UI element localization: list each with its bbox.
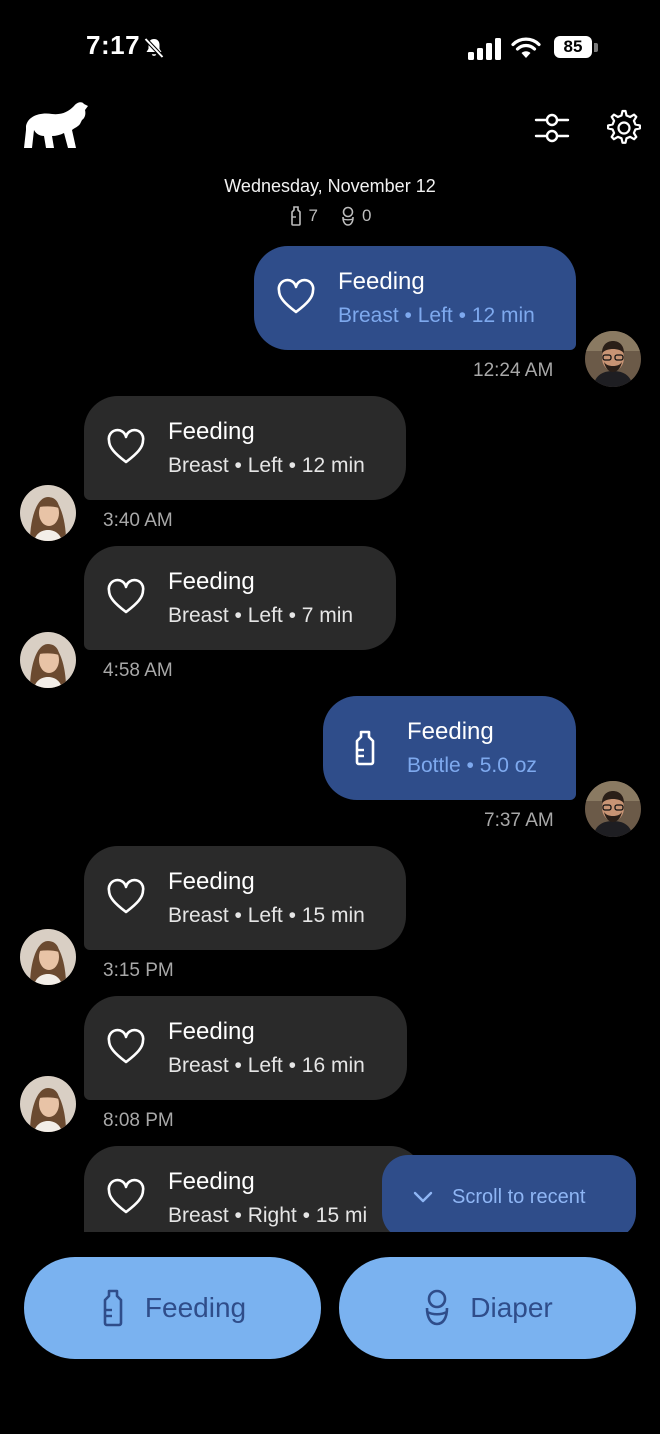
avatar-me[interactable] — [585, 781, 641, 837]
entry-time: 7:37 AM — [484, 810, 554, 831]
entry-title: Feeding — [168, 418, 255, 445]
entry-detail: Breast • Left • 16 min — [168, 1054, 365, 1077]
entry-title: Feeding — [168, 868, 255, 895]
date-header: Wednesday, November 12 — [224, 176, 436, 196]
bell-muted-icon — [144, 37, 164, 59]
entry-time: 3:15 PM — [103, 960, 174, 981]
entry-title: Feeding — [407, 718, 494, 745]
entry-detail: Breast • Left • 15 min — [168, 904, 365, 927]
avatar-partner[interactable] — [20, 1076, 76, 1132]
feeding-entry[interactable]: Feeding Breast • Left • 7 min — [84, 546, 396, 650]
entry-detail: Breast • Right • 15 mi — [168, 1204, 368, 1227]
heart-icon — [107, 1178, 145, 1214]
entry-title: Feeding — [338, 268, 425, 295]
battery-level: 85 — [554, 36, 592, 58]
chevron-down-icon — [413, 1191, 433, 1203]
signal-icon — [468, 38, 501, 60]
heart-icon — [107, 878, 145, 914]
log-diaper-label: Diaper — [470, 1292, 553, 1323]
daily-counts: 7 0 — [0, 206, 660, 226]
heart-icon — [277, 278, 315, 314]
log-feeding-button[interactable]: Feeding — [24, 1257, 321, 1359]
heart-icon — [107, 428, 145, 464]
heart-icon — [107, 578, 145, 614]
entry-detail: Breast • Left • 12 min — [338, 304, 535, 327]
gear-icon[interactable] — [604, 108, 644, 148]
avatar-partner[interactable] — [20, 632, 76, 688]
feeding-entry[interactable]: Feeding Breast • Left • 16 min — [84, 996, 407, 1100]
feeding-entry[interactable]: Feeding Breast • Left • 15 min — [84, 846, 406, 950]
scroll-to-recent-label: Scroll to recent — [452, 1185, 586, 1208]
avatar-partner[interactable] — [20, 485, 76, 541]
bottle-small-icon — [290, 206, 301, 226]
scroll-to-recent-button[interactable]: Scroll to recent — [382, 1155, 636, 1239]
bottle-icon — [355, 730, 375, 766]
diaper-baby-icon — [425, 1289, 449, 1326]
bottle-icon — [103, 1289, 123, 1327]
diaper-small-icon — [342, 206, 354, 226]
feeding-count: 7 — [308, 206, 318, 225]
feeding-entry[interactable]: Feeding Bottle • 5.0 oz — [323, 696, 576, 800]
entry-detail: Bottle • 5.0 oz — [407, 754, 537, 777]
entry-time: 4:58 AM — [103, 660, 173, 681]
entry-title: Feeding — [168, 1018, 255, 1045]
entry-title: Feeding — [168, 568, 255, 595]
heart-icon — [107, 1028, 145, 1064]
log-diaper-button[interactable]: Diaper — [339, 1257, 636, 1359]
entry-title: Feeding — [168, 1168, 255, 1195]
feeding-entry[interactable]: Feeding Breast • Left • 12 min — [84, 396, 406, 500]
filter-sliders-icon[interactable] — [530, 108, 574, 148]
battery-indicator: 85 — [554, 36, 600, 60]
entry-time: 8:08 PM — [103, 1110, 174, 1131]
avatar-me[interactable] — [585, 331, 641, 387]
diaper-count: 0 — [362, 206, 372, 225]
entry-detail: Breast • Left • 12 min — [168, 454, 365, 477]
wifi-icon — [511, 37, 541, 58]
bear-logo-icon[interactable] — [22, 100, 90, 154]
status-time: 7:17 — [86, 30, 141, 60]
entry-time: 3:40 AM — [103, 510, 173, 531]
entry-detail: Breast • Left • 7 min — [168, 604, 354, 627]
avatar-partner[interactable] — [20, 929, 76, 985]
entry-time: 12:24 AM — [473, 360, 554, 381]
log-feeding-label: Feeding — [144, 1292, 247, 1323]
feeding-entry[interactable]: Feeding Breast • Left • 12 min — [254, 246, 576, 350]
